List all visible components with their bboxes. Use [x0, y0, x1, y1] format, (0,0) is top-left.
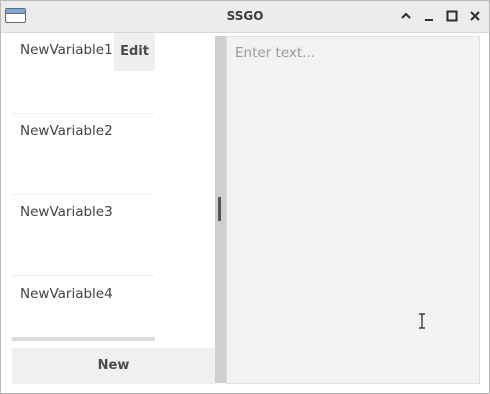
- list-scroll-edge: [12, 337, 155, 341]
- list-item[interactable]: NewVariable2: [12, 114, 155, 195]
- editor-placeholder: Enter text...: [235, 45, 316, 61]
- variable-name: NewVariable1: [20, 42, 113, 58]
- app-window: SSGO NewVariable1 Edit NewVariable2 NewV…: [0, 0, 490, 394]
- maximize-icon[interactable]: [444, 8, 460, 24]
- chevron-up-icon[interactable]: [398, 8, 414, 24]
- window-title: SSGO: [226, 9, 264, 23]
- list-item[interactable]: NewVariable1 Edit: [12, 33, 155, 114]
- new-variable-button[interactable]: New: [12, 348, 215, 384]
- splitter-handle[interactable]: [218, 197, 221, 221]
- list-item[interactable]: NewVariable4: [12, 277, 155, 357]
- variables-panel: NewVariable1 Edit NewVariable2 NewVariab…: [2, 33, 215, 393]
- list-item[interactable]: NewVariable3: [12, 195, 155, 276]
- variable-name: NewVariable2: [20, 123, 113, 139]
- title-bar[interactable]: SSGO: [1, 1, 489, 33]
- minimize-icon[interactable]: [421, 8, 437, 24]
- edit-button[interactable]: Edit: [114, 33, 155, 71]
- close-icon[interactable]: [467, 8, 483, 24]
- text-editor[interactable]: Enter text...: [226, 36, 480, 384]
- pane-splitter[interactable]: [215, 36, 226, 383]
- text-cursor-icon: [417, 313, 427, 329]
- variable-name: NewVariable3: [20, 204, 113, 220]
- variable-name: NewVariable4: [20, 286, 113, 302]
